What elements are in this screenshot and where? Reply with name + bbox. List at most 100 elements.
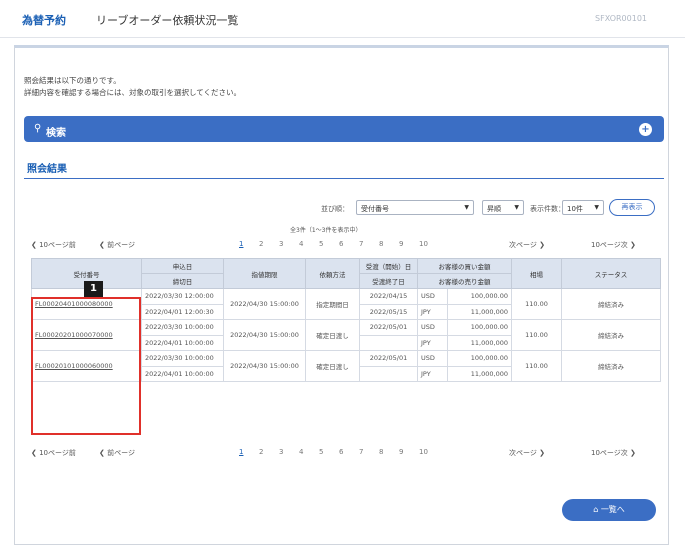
next-page-link[interactable]: 次ページ ❯	[509, 240, 545, 250]
pager-bottom: ❮ 10ページ前 ❮ 前ページ 1 2 3 4 5 6 7 8 9 10 次ペー…	[31, 446, 661, 460]
value-date: 2022/04/15	[359, 288, 418, 305]
sort-label: 並び順：	[321, 205, 349, 213]
page-link-10[interactable]: 10	[419, 448, 428, 456]
prev-page-link[interactable]: ❮ 前ページ	[99, 240, 135, 250]
per-page-label: 表示件数：	[530, 205, 565, 213]
chevron-down-icon: ▼	[594, 204, 599, 211]
redisplay-button[interactable]: 再表示	[609, 199, 655, 216]
process-date: 2022/04/01 10:00:00	[141, 365, 224, 382]
header-category: 為替予約	[22, 14, 66, 27]
page-link-9[interactable]: 9	[399, 448, 403, 456]
value-date: 2022/05/01	[359, 319, 418, 336]
page-link-5[interactable]: 5	[319, 448, 323, 456]
col-header-order-type: 依頼方法	[305, 258, 360, 289]
page-link-6[interactable]: 6	[339, 448, 343, 456]
next-10-link[interactable]: 10ページ次 ❯	[591, 240, 636, 250]
status-value: 締結済み	[561, 350, 661, 382]
process-date: 2022/04/01 12:00:30	[141, 303, 224, 320]
value-end	[359, 334, 418, 351]
pager-top: ❮ 10ページ前 ❮ 前ページ 1 2 3 4 5 6 7 8 9 10 次ペー…	[31, 238, 661, 252]
col-header-buy: お客様の買い金額	[417, 258, 512, 274]
highlight-frame	[31, 297, 141, 435]
sell-currency: JPY	[417, 303, 448, 320]
status-value: 締結済み	[561, 288, 661, 320]
search-accordion[interactable]: ⚲ 検索 +	[24, 116, 664, 142]
expand-icon[interactable]: +	[639, 123, 652, 136]
page-link-3[interactable]: 3	[279, 448, 283, 456]
page-link-2[interactable]: 2	[259, 448, 263, 456]
search-icon: ⚲	[34, 123, 42, 134]
page-link-1[interactable]: 1	[239, 240, 243, 248]
chevron-down-icon: ▼	[514, 204, 519, 211]
sell-amount: 11,000,000	[447, 365, 512, 382]
col-header-status: ステータス	[561, 258, 661, 289]
buy-currency: USD	[417, 350, 448, 367]
page-link-5[interactable]: 5	[319, 240, 323, 248]
prev-10-link[interactable]: ❮ 10ページ前	[31, 240, 76, 250]
order-select[interactable]: 昇順 ▼	[482, 200, 524, 215]
prev-page-link[interactable]: ❮ 前ページ	[99, 448, 135, 458]
section-divider	[24, 178, 664, 179]
rate-value: 110.00	[511, 319, 562, 351]
next-page-link[interactable]: 次ページ ❯	[509, 448, 545, 458]
rate-value: 110.00	[511, 350, 562, 382]
order-select-value: 昇順	[487, 205, 501, 213]
page-link-9[interactable]: 9	[399, 240, 403, 248]
page-link-8[interactable]: 8	[379, 240, 383, 248]
limit-time: 2022/04/30 15:00:00	[223, 319, 306, 351]
intro-line-1: 照会結果は以下の通りです。	[24, 76, 121, 85]
order-type: 確定日渡し	[305, 319, 360, 351]
back-to-list-label: 一覧へ	[600, 505, 625, 514]
col-header-value-end: 受渡終了日	[359, 273, 418, 289]
status-value: 締結済み	[561, 319, 661, 351]
page-link-6[interactable]: 6	[339, 240, 343, 248]
value-end	[359, 365, 418, 382]
value-date: 2022/05/01	[359, 350, 418, 367]
page-link-2[interactable]: 2	[259, 240, 263, 248]
col-header-order-date: 申込日	[141, 258, 224, 274]
page-link-4[interactable]: 4	[299, 448, 303, 456]
next-10-link[interactable]: 10ページ次 ❯	[591, 448, 636, 458]
page-link-3[interactable]: 3	[279, 240, 283, 248]
per-page-select[interactable]: 10件 ▼	[562, 200, 604, 215]
buy-currency: USD	[417, 288, 448, 305]
limit-time: 2022/04/30 15:00:00	[223, 350, 306, 382]
sell-amount: 11,000,000	[447, 303, 512, 320]
intro-line-2: 詳細内容を確認する場合には、対象の取引を選択してください。	[24, 88, 242, 97]
prev-10-link[interactable]: ❮ 10ページ前	[31, 448, 76, 458]
buy-amount: 100,000.00	[447, 288, 512, 305]
sell-currency: JPY	[417, 334, 448, 351]
page-link-7[interactable]: 7	[359, 448, 363, 456]
sort-select-value: 受付番号	[361, 205, 389, 213]
page-title: リーブオーダー依頼状況一覧	[96, 14, 239, 27]
order-type: 指定期間日	[305, 288, 360, 320]
page-link-10[interactable]: 10	[419, 240, 428, 248]
col-header-sell: お客様の売り金額	[417, 273, 512, 289]
limit-time: 2022/04/30 15:00:00	[223, 288, 306, 320]
col-header-value-date: 受渡（開始）日	[359, 258, 418, 274]
step-marker: 1	[84, 281, 103, 297]
sell-currency: JPY	[417, 365, 448, 382]
page-link-1[interactable]: 1	[239, 448, 243, 456]
process-date: 2022/04/01 10:00:00	[141, 334, 224, 351]
col-header-process-date: 締切日	[141, 273, 224, 289]
rate-value: 110.00	[511, 288, 562, 320]
buy-amount: 100,000.00	[447, 319, 512, 336]
sort-select[interactable]: 受付番号 ▼	[356, 200, 474, 215]
section-title: 照会結果	[27, 164, 67, 175]
order-date: 2022/03/30 10:00:00	[141, 319, 224, 336]
order-date: 2022/03/30 10:00:00	[141, 350, 224, 367]
order-type: 確定日渡し	[305, 350, 360, 382]
chevron-down-icon: ▼	[464, 204, 469, 211]
back-to-list-button[interactable]: ⌂ 一覧へ	[562, 499, 656, 521]
buy-currency: USD	[417, 319, 448, 336]
col-header-rate: 相場	[511, 258, 562, 289]
page-link-7[interactable]: 7	[359, 240, 363, 248]
sell-amount: 11,000,000	[447, 334, 512, 351]
value-end: 2022/05/15	[359, 303, 418, 320]
page-link-8[interactable]: 8	[379, 448, 383, 456]
home-icon: ⌂	[593, 505, 599, 514]
page-header: 為替予約 リーブオーダー依頼状況一覧 SFXOR00101	[0, 0, 685, 38]
page-link-4[interactable]: 4	[299, 240, 303, 248]
order-date: 2022/03/30 12:00:00	[141, 288, 224, 305]
